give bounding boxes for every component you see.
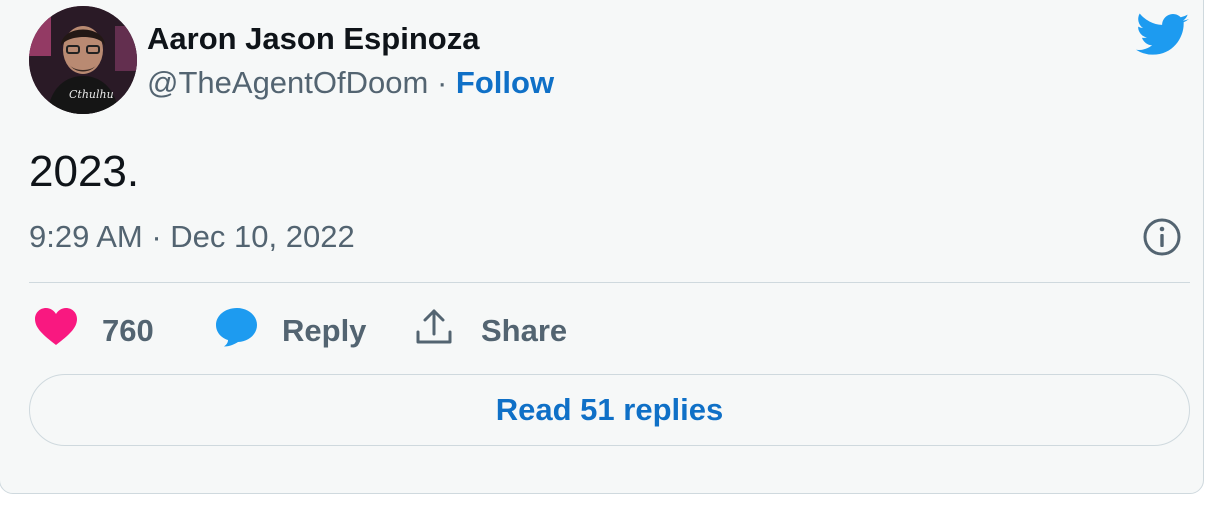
like-button[interactable]: 760 — [35, 308, 154, 354]
info-icon[interactable] — [1141, 216, 1183, 258]
reply-label: Reply — [282, 313, 367, 348]
twitter-bird-icon[interactable] — [1136, 13, 1190, 59]
divider — [29, 282, 1190, 283]
author-avatar[interactable]: Cthulhu — [29, 6, 137, 114]
author-handle[interactable]: @TheAgentOfDoom — [147, 65, 428, 100]
tweet-timestamp[interactable]: 9:29 AM · Dec 10, 2022 — [29, 219, 355, 255]
handle-separator: · — [436, 65, 448, 100]
heart-icon — [35, 308, 77, 354]
svg-text:Cthulhu: Cthulhu — [69, 88, 114, 101]
share-upload-icon — [415, 308, 453, 354]
reply-button[interactable]: Reply — [215, 307, 367, 355]
like-count: 760 — [102, 313, 154, 348]
tweet-text: 2023. — [29, 147, 140, 196]
reply-bubble-icon — [215, 307, 258, 355]
follow-button[interactable]: Follow — [456, 65, 554, 100]
author-name[interactable]: Aaron Jason Espinoza — [147, 21, 479, 57]
share-label: Share — [481, 313, 568, 348]
author-handle-line: @TheAgentOfDoom · Follow — [147, 65, 554, 101]
share-button[interactable]: Share — [415, 309, 567, 353]
avatar-image: Cthulhu — [29, 6, 137, 114]
read-replies-button[interactable]: Read 51 replies — [29, 374, 1190, 446]
tweet-card: Cthulhu Aaron Jason Espinoza @TheAgentOf… — [0, 0, 1204, 494]
